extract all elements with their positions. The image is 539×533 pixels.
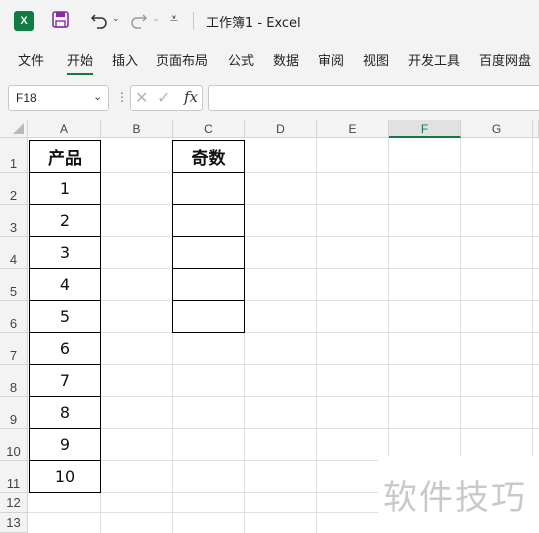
- tab-developer[interactable]: 开发工具: [408, 50, 460, 69]
- column-header-e[interactable]: E: [317, 120, 389, 138]
- row-header-11[interactable]: 11: [0, 461, 28, 493]
- row-header-2[interactable]: 2: [0, 173, 28, 205]
- cell-a4[interactable]: 3: [29, 236, 101, 269]
- tab-file[interactable]: 文件: [18, 50, 44, 69]
- insert-function-button[interactable]: fx: [184, 88, 198, 106]
- gridline: [28, 204, 539, 205]
- row-header-8[interactable]: 8: [0, 365, 28, 397]
- cell-c2[interactable]: [172, 172, 245, 205]
- enter-check-icon[interactable]: ✓: [157, 88, 170, 107]
- cell-a8[interactable]: 7: [29, 364, 101, 397]
- customize-quick-access-icon[interactable]: ⩡: [170, 11, 178, 27]
- tab-formulas[interactable]: 公式: [228, 50, 254, 69]
- cell-a11[interactable]: 10: [29, 460, 101, 493]
- gridline: [316, 138, 317, 533]
- tab-home[interactable]: 开始: [67, 50, 94, 75]
- tab-review[interactable]: 审阅: [318, 50, 344, 69]
- redo-icon[interactable]: [130, 11, 148, 29]
- cell-a9[interactable]: 8: [29, 396, 101, 429]
- cell-c1-header[interactable]: 奇数: [172, 140, 245, 173]
- cell-a7[interactable]: 6: [29, 332, 101, 365]
- name-box-value: F18: [16, 91, 37, 105]
- gridline: [28, 300, 539, 301]
- row-header-1[interactable]: 1: [0, 138, 28, 173]
- row-header-12[interactable]: 12: [0, 493, 28, 513]
- column-header-a[interactable]: A: [28, 120, 101, 138]
- cell-c6[interactable]: [172, 300, 245, 333]
- cell-c3[interactable]: [172, 204, 245, 237]
- cell-a10[interactable]: 9: [29, 428, 101, 461]
- cell-c4[interactable]: [172, 236, 245, 269]
- gridline: [28, 364, 539, 365]
- cell-a1-header[interactable]: 产品: [29, 140, 101, 173]
- cell-a6[interactable]: 5: [29, 300, 101, 333]
- tab-page-layout[interactable]: 页面布局: [156, 50, 208, 69]
- name-box-dropdown-icon[interactable]: ⌄: [93, 90, 102, 103]
- column-header-d[interactable]: D: [245, 120, 317, 138]
- column-header-b[interactable]: B: [101, 120, 173, 138]
- gridline: [28, 236, 539, 237]
- column-header-h[interactable]: [533, 120, 539, 138]
- cancel-icon[interactable]: ✕: [135, 88, 148, 107]
- row-header-3[interactable]: 3: [0, 205, 28, 237]
- row-header-7[interactable]: 7: [0, 333, 28, 365]
- redo-dropdown-caret[interactable]: ⌄: [152, 14, 160, 24]
- row-header-5[interactable]: 5: [0, 269, 28, 301]
- titlebar-divider: [193, 12, 194, 30]
- cell-a3[interactable]: 2: [29, 204, 101, 237]
- row-header-13[interactable]: 13: [0, 513, 28, 533]
- row-header-10[interactable]: 10: [0, 429, 28, 461]
- undo-icon[interactable]: [90, 11, 108, 29]
- gridline: [28, 428, 539, 429]
- tab-baidu-netdisk[interactable]: 百度网盘: [479, 50, 531, 69]
- row-header-6[interactable]: 6: [0, 301, 28, 333]
- tab-view[interactable]: 视图: [363, 50, 389, 69]
- cell-a2[interactable]: 1: [29, 172, 101, 205]
- gridline: [28, 268, 539, 269]
- select-all-icon: [13, 123, 24, 134]
- watermark-text: 软件技巧: [383, 478, 527, 518]
- column-header-c[interactable]: C: [173, 120, 245, 138]
- document-title: 工作簿1 - Excel: [206, 16, 301, 31]
- row-header-4[interactable]: 4: [0, 237, 28, 269]
- gridline: [28, 396, 539, 397]
- undo-dropdown-caret[interactable]: ⌄: [112, 14, 120, 24]
- excel-app-icon: X: [14, 11, 34, 31]
- gridline: [28, 172, 539, 173]
- formula-input[interactable]: [208, 85, 539, 111]
- column-header-g[interactable]: G: [461, 120, 533, 138]
- formula-bar-grip-icon[interactable]: ⋮: [116, 90, 128, 104]
- cell-a5[interactable]: 4: [29, 268, 101, 301]
- tab-data[interactable]: 数据: [273, 50, 299, 69]
- cell-c5[interactable]: [172, 268, 245, 301]
- column-header-f[interactable]: F: [389, 120, 461, 138]
- tab-insert[interactable]: 插入: [112, 50, 138, 69]
- row-header-9[interactable]: 9: [0, 397, 28, 429]
- gridline: [28, 332, 539, 333]
- save-icon[interactable]: [52, 11, 69, 28]
